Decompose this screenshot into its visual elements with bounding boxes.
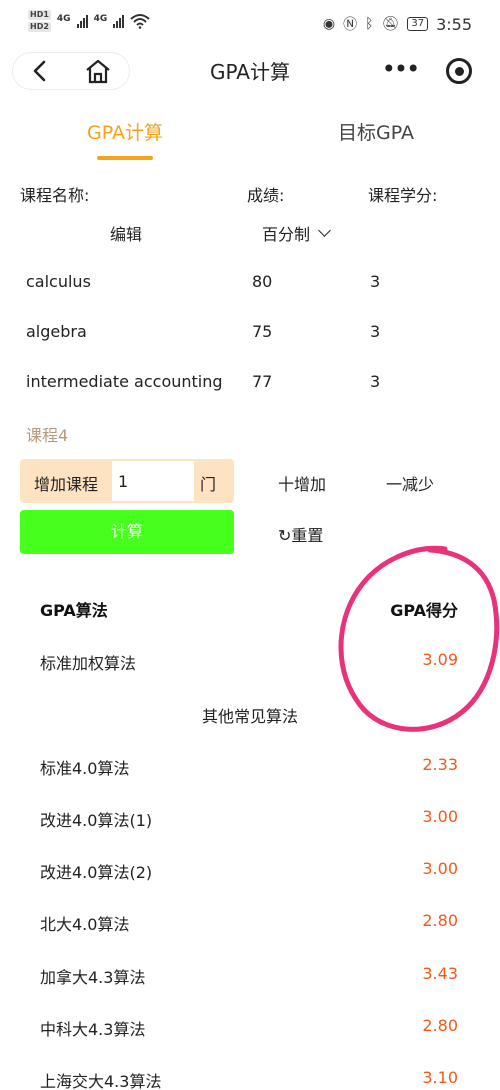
result-row: 改进4.0算法(1) 3.00 <box>40 807 458 831</box>
result-row: 上海交大4.3算法 3.10 <box>40 1068 458 1090</box>
header-credit: 课程学分: <box>368 186 438 205</box>
reset-button[interactable]: ↻重置 <box>278 522 323 546</box>
reset-icon: ↻ <box>278 526 292 545</box>
network-type-1: 4G <box>56 14 71 24</box>
home-icon[interactable] <box>84 58 112 84</box>
edit-button[interactable]: 编辑 <box>110 221 142 245</box>
add-course-label: 增加课程 <box>34 475 99 494</box>
reset-label: 重置 <box>291 526 324 545</box>
hd-indicators: HD1 HD2 <box>28 10 51 32</box>
course-credit-input[interactable]: 3 <box>370 322 380 341</box>
course-credit-input[interactable]: 3 <box>370 272 380 291</box>
tab-target-gpa[interactable]: 目标GPA <box>276 118 476 145</box>
increase-button[interactable]: 十增加 <box>278 471 326 495</box>
mute-icon: 🔕︎ <box>381 16 400 32</box>
header-score: 成绩: <box>247 186 285 205</box>
result-name: 中科大4.3算法 <box>40 1020 146 1039</box>
header-course-name: 课程名称: <box>20 186 90 205</box>
active-tab-indicator <box>97 156 153 160</box>
result-name: 标准加权算法 <box>40 654 137 673</box>
more-menu-icon[interactable]: ••• <box>380 54 420 88</box>
nfc-icon: Ⓝ <box>343 17 358 33</box>
hd2-badge: HD2 <box>28 22 51 32</box>
course-name-input[interactable]: intermediate accounting <box>26 372 223 391</box>
course-credit-input[interactable]: 3 <box>370 372 380 391</box>
result-row: 中科大4.3算法 2.80 <box>40 1016 458 1040</box>
result-value: 2.33 <box>422 755 458 774</box>
clock: 3:55 <box>436 14 472 34</box>
add-count-input[interactable] <box>112 461 194 501</box>
other-methods-title: 其他常见算法 <box>201 707 298 726</box>
results-header-score: GPA得分 <box>390 601 458 620</box>
wifi-icon <box>130 14 150 29</box>
result-value: 3.09 <box>422 650 458 669</box>
result-row: 加拿大4.3算法 3.43 <box>40 964 458 988</box>
add-unit-label: 门 <box>200 475 217 494</box>
course-score-input[interactable]: 80 <box>252 272 272 291</box>
status-left: HD1 HD2 4G 4G <box>28 10 150 32</box>
result-value: 3.43 <box>422 964 458 983</box>
close-miniprogram-icon[interactable] <box>446 58 472 84</box>
bluetooth-icon: ᛒ <box>365 16 374 32</box>
result-row: 北大4.0算法 2.80 <box>40 911 458 935</box>
result-name: 标准4.0算法 <box>40 759 130 778</box>
hd1-badge: HD1 <box>28 10 51 20</box>
result-name: 北大4.0算法 <box>40 915 130 934</box>
network-type-2: 4G <box>93 14 108 24</box>
course-name-placeholder[interactable]: 课程4 <box>26 422 68 446</box>
calculate-button[interactable]: 计算 <box>20 510 234 554</box>
nav-capsule <box>12 52 130 90</box>
chevron-down-icon <box>318 223 331 237</box>
result-value: 3.10 <box>422 1068 458 1087</box>
page-title: GPA计算 <box>210 60 290 84</box>
status-right: ◉ Ⓝ ᛒ 🔕︎ 37 3:55 <box>323 14 472 34</box>
add-course-box: 增加课程 门 <box>20 459 234 503</box>
result-value: 3.00 <box>422 859 458 878</box>
result-name: 上海交大4.3算法 <box>40 1072 162 1090</box>
course-score-input[interactable]: 75 <box>252 322 272 341</box>
result-name: 加拿大4.3算法 <box>40 968 146 987</box>
result-name: 改进4.0算法(1) <box>40 811 153 830</box>
decrease-button[interactable]: 一减少 <box>386 471 434 495</box>
eye-icon: ◉ <box>322 16 336 32</box>
course-score-input[interactable]: 77 <box>252 372 272 391</box>
result-name: 改进4.0算法(2) <box>40 863 153 882</box>
signal-icon-2 <box>113 14 125 28</box>
grade-system-value: 百分制 <box>262 225 311 244</box>
result-row: 标准4.0算法 2.33 <box>40 755 458 779</box>
results-header-method: GPA算法 <box>40 601 108 620</box>
signal-icon <box>76 14 88 28</box>
result-value: 3.00 <box>422 807 458 826</box>
app-root: HD1 HD2 4G 4G ◉ Ⓝ ᛒ 🔕︎ 37 3:55 GPA计算 •••… <box>0 0 500 1090</box>
back-icon[interactable] <box>30 59 50 83</box>
battery-indicator: 37 <box>407 17 429 31</box>
result-row: 改进4.0算法(2) 3.00 <box>40 859 458 883</box>
tab-gpa-calc[interactable]: GPA计算 <box>25 118 225 145</box>
result-value: 2.80 <box>422 911 458 930</box>
grade-system-select[interactable]: 百分制 <box>262 221 331 245</box>
course-name-input[interactable]: calculus <box>26 272 91 291</box>
result-value: 2.80 <box>422 1016 458 1035</box>
course-name-input[interactable]: algebra <box>26 322 87 341</box>
result-row-main: 标准加权算法 3.09 <box>40 650 458 674</box>
status-bar: HD1 HD2 4G 4G ◉ Ⓝ ᛒ 🔕︎ 37 3:55 <box>0 0 500 46</box>
